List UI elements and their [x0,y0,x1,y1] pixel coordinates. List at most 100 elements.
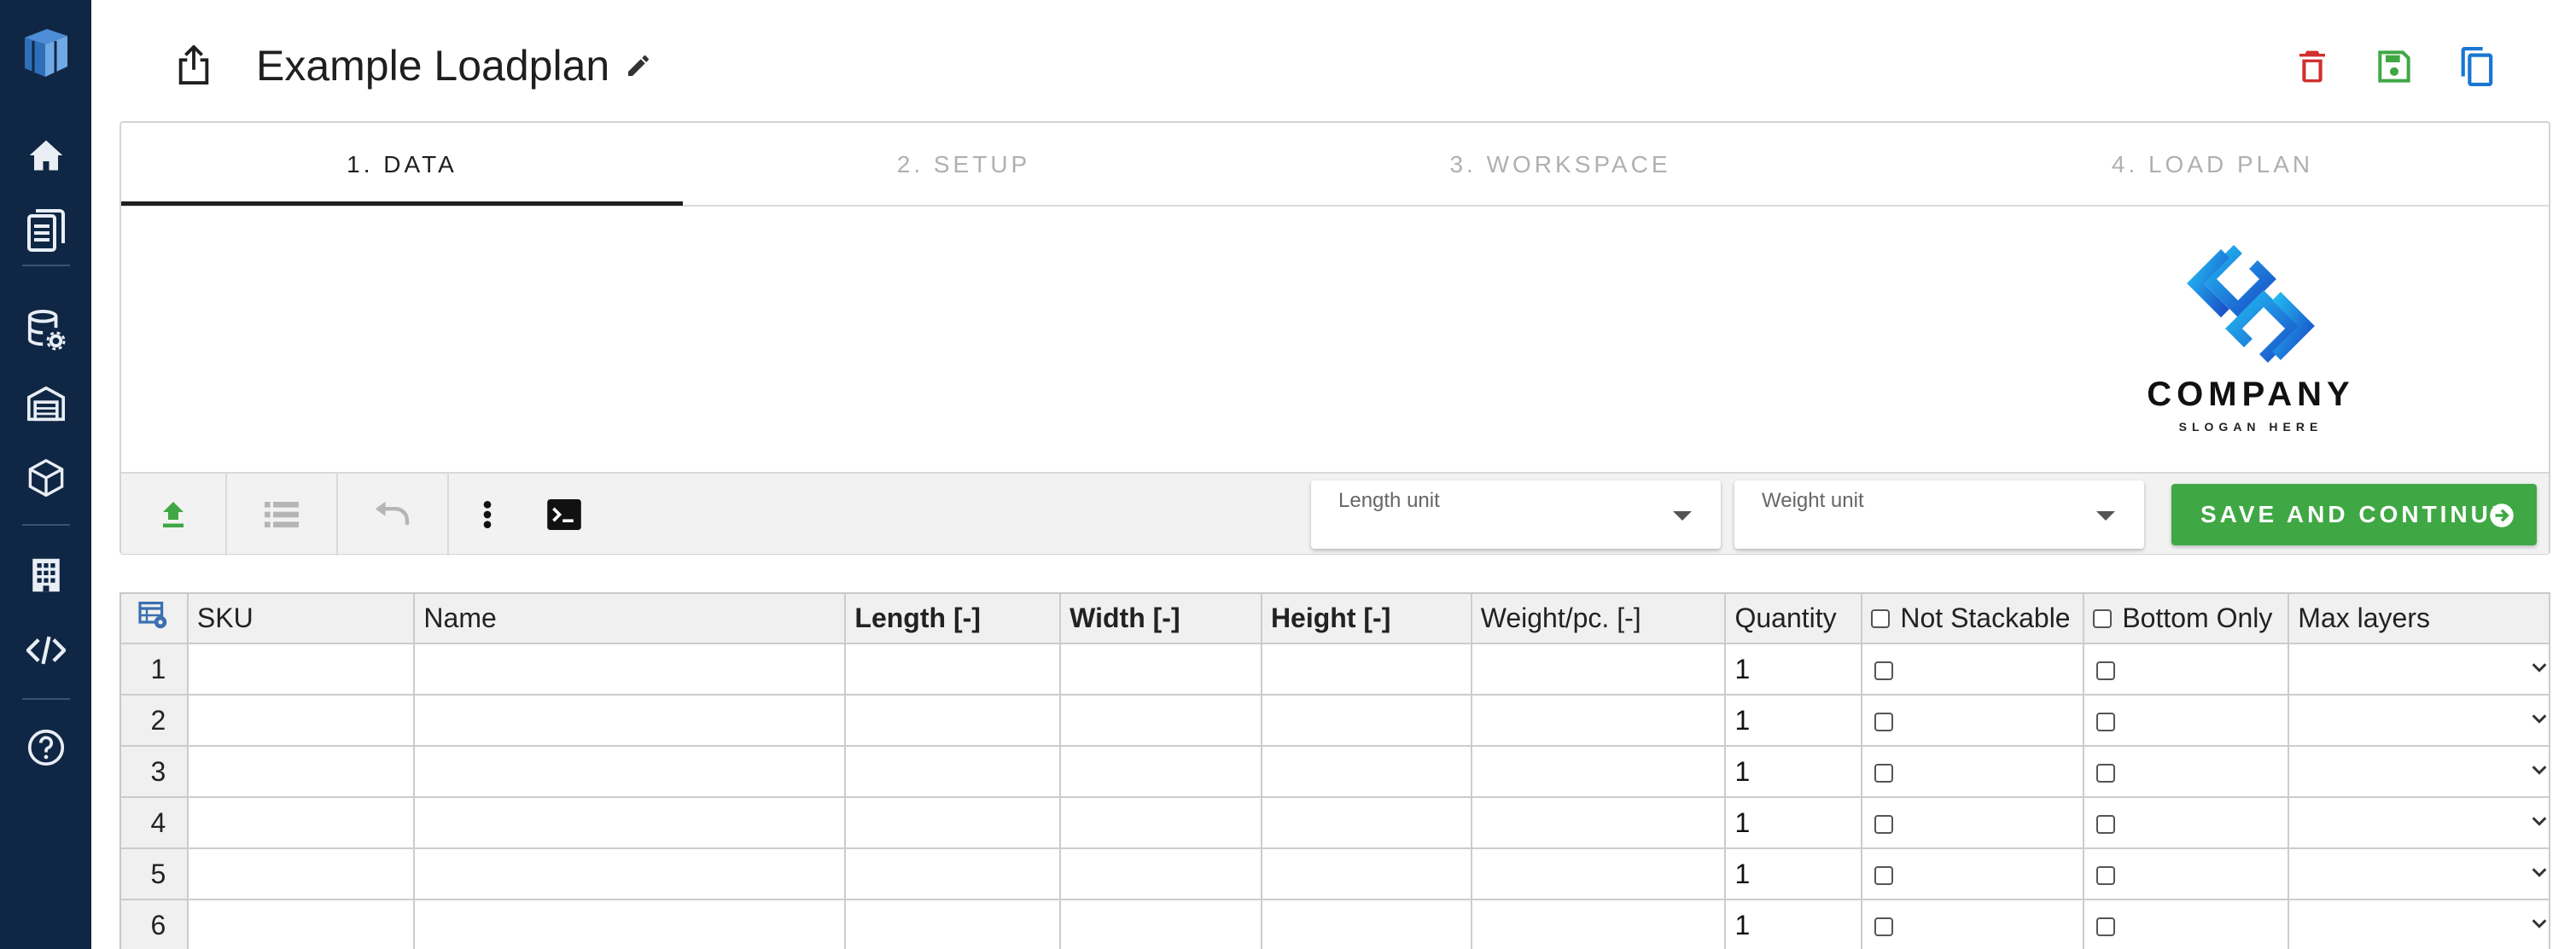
warehouse-icon[interactable] [0,384,91,423]
quantity-cell[interactable]: 1 [1725,643,1863,696]
max-layers-dropdown[interactable] [2288,900,2550,949]
weight-cell[interactable] [1471,848,1727,900]
documents-icon[interactable] [0,208,91,253]
sku-cell[interactable] [187,643,416,696]
column-header-quantity[interactable]: Quantity [1725,594,1863,644]
save-and-continue-button[interactable]: SAVE AND CONTINUE [2171,484,2537,545]
weight-cell[interactable] [1471,695,1727,747]
width-cell[interactable] [1060,848,1262,900]
package-icon[interactable] [0,457,91,498]
column-header-width[interactable]: Width [-] [1060,594,1262,644]
length-cell[interactable] [845,900,1062,949]
list-view-button[interactable] [227,474,336,556]
length-cell[interactable] [845,797,1062,849]
table-settings-button[interactable] [121,594,189,644]
max-layers-dropdown[interactable] [2288,695,2550,747]
not-stackable-checkbox[interactable] [1874,866,1894,886]
sku-cell[interactable] [187,746,416,798]
column-header-height[interactable]: Height [-] [1261,594,1472,644]
length-cell[interactable] [845,695,1062,747]
tab-load-plan[interactable]: 4. LOAD PLAN [1876,123,2549,207]
bottom-only-checkbox[interactable] [2096,815,2116,835]
column-header-bottom-only[interactable]: Bottom Only [2084,594,2290,644]
width-cell[interactable] [1060,900,1262,949]
height-cell[interactable] [1261,900,1472,949]
bottom-only-checkbox[interactable] [2096,917,2116,937]
sku-cell[interactable] [187,695,416,747]
max-layers-dropdown[interactable] [2288,848,2550,900]
not-stackable-all-checkbox[interactable] [1871,608,1891,628]
column-header-not-stackable[interactable]: Not Stackable [1862,594,2085,644]
bottom-only-checkbox[interactable] [2096,764,2116,783]
quantity-cell[interactable]: 1 [1725,695,1863,747]
sku-cell[interactable] [187,900,416,949]
column-header-name[interactable]: Name [414,594,847,644]
undo-button[interactable] [338,474,447,556]
length-cell[interactable] [845,643,1062,696]
height-cell[interactable] [1261,643,1472,696]
width-cell[interactable] [1060,746,1262,798]
home-icon[interactable] [0,135,91,176]
length-cell[interactable] [845,746,1062,798]
name-cell[interactable] [414,848,847,900]
share-button[interactable] [166,38,221,92]
bottom-only-all-checkbox[interactable] [2093,608,2113,628]
bottom-only-checkbox[interactable] [2096,661,2116,681]
tab-setup[interactable]: 2. SETUP [683,123,1244,207]
delete-button[interactable] [2285,39,2340,94]
tab-data[interactable]: 1. DATA [121,123,683,207]
column-header-length[interactable]: Length [-] [845,594,1062,644]
name-cell[interactable] [414,797,847,849]
quantity-cell[interactable]: 1 [1725,900,1863,949]
column-header-max-layers[interactable]: Max layers [2288,594,2550,644]
weight-cell[interactable] [1471,643,1727,696]
name-cell[interactable] [414,695,847,747]
height-cell[interactable] [1261,848,1472,900]
width-cell[interactable] [1060,643,1262,696]
not-stackable-checkbox[interactable] [1874,713,1894,732]
bottom-only-checkbox[interactable] [2096,866,2116,886]
column-header-weight[interactable]: Weight/pc. [-] [1471,594,1727,644]
weight-unit-select[interactable]: Weight unit [1734,480,2144,549]
sku-cell[interactable] [187,848,416,900]
edit-title-button[interactable] [617,44,660,87]
quantity-cell[interactable]: 1 [1725,797,1863,849]
max-layers-dropdown[interactable] [2288,643,2550,696]
sku-cell[interactable] [187,797,416,849]
max-layers-dropdown[interactable] [2288,797,2550,849]
bottom-only-checkbox[interactable] [2096,713,2116,732]
tab-workspace[interactable]: 3. WORKSPACE [1244,123,1876,207]
name-cell[interactable] [414,746,847,798]
upload-button[interactable] [121,474,225,556]
help-icon[interactable] [0,727,91,768]
weight-cell[interactable] [1471,797,1727,849]
height-cell[interactable] [1261,695,1472,747]
weight-cell[interactable] [1471,900,1727,949]
arrow-right-circle-icon [2490,504,2514,527]
not-stackable-checkbox[interactable] [1874,661,1894,681]
save-icon-button[interactable] [2367,39,2422,94]
not-stackable-checkbox[interactable] [1874,764,1894,783]
more-options-button[interactable] [449,474,526,556]
max-layers-dropdown[interactable] [2288,746,2550,798]
length-unit-select[interactable]: Length unit [1311,480,1721,549]
app-logo-icon[interactable] [0,22,91,82]
name-cell[interactable] [414,900,847,949]
quantity-cell[interactable]: 1 [1725,848,1863,900]
weight-cell[interactable] [1471,746,1727,798]
not-stackable-checkbox[interactable] [1874,815,1894,835]
width-cell[interactable] [1060,797,1262,849]
length-cell[interactable] [845,848,1062,900]
database-settings-icon[interactable] [0,309,91,352]
building-icon[interactable] [0,555,91,596]
quantity-cell[interactable]: 1 [1725,746,1863,798]
height-cell[interactable] [1261,746,1472,798]
width-cell[interactable] [1060,695,1262,747]
console-button[interactable] [526,474,603,556]
height-cell[interactable] [1261,797,1472,849]
column-header-sku[interactable]: SKU [187,594,416,644]
code-icon[interactable] [0,632,91,669]
name-cell[interactable] [414,643,847,696]
copy-button[interactable] [2449,39,2503,94]
not-stackable-checkbox[interactable] [1874,917,1894,937]
